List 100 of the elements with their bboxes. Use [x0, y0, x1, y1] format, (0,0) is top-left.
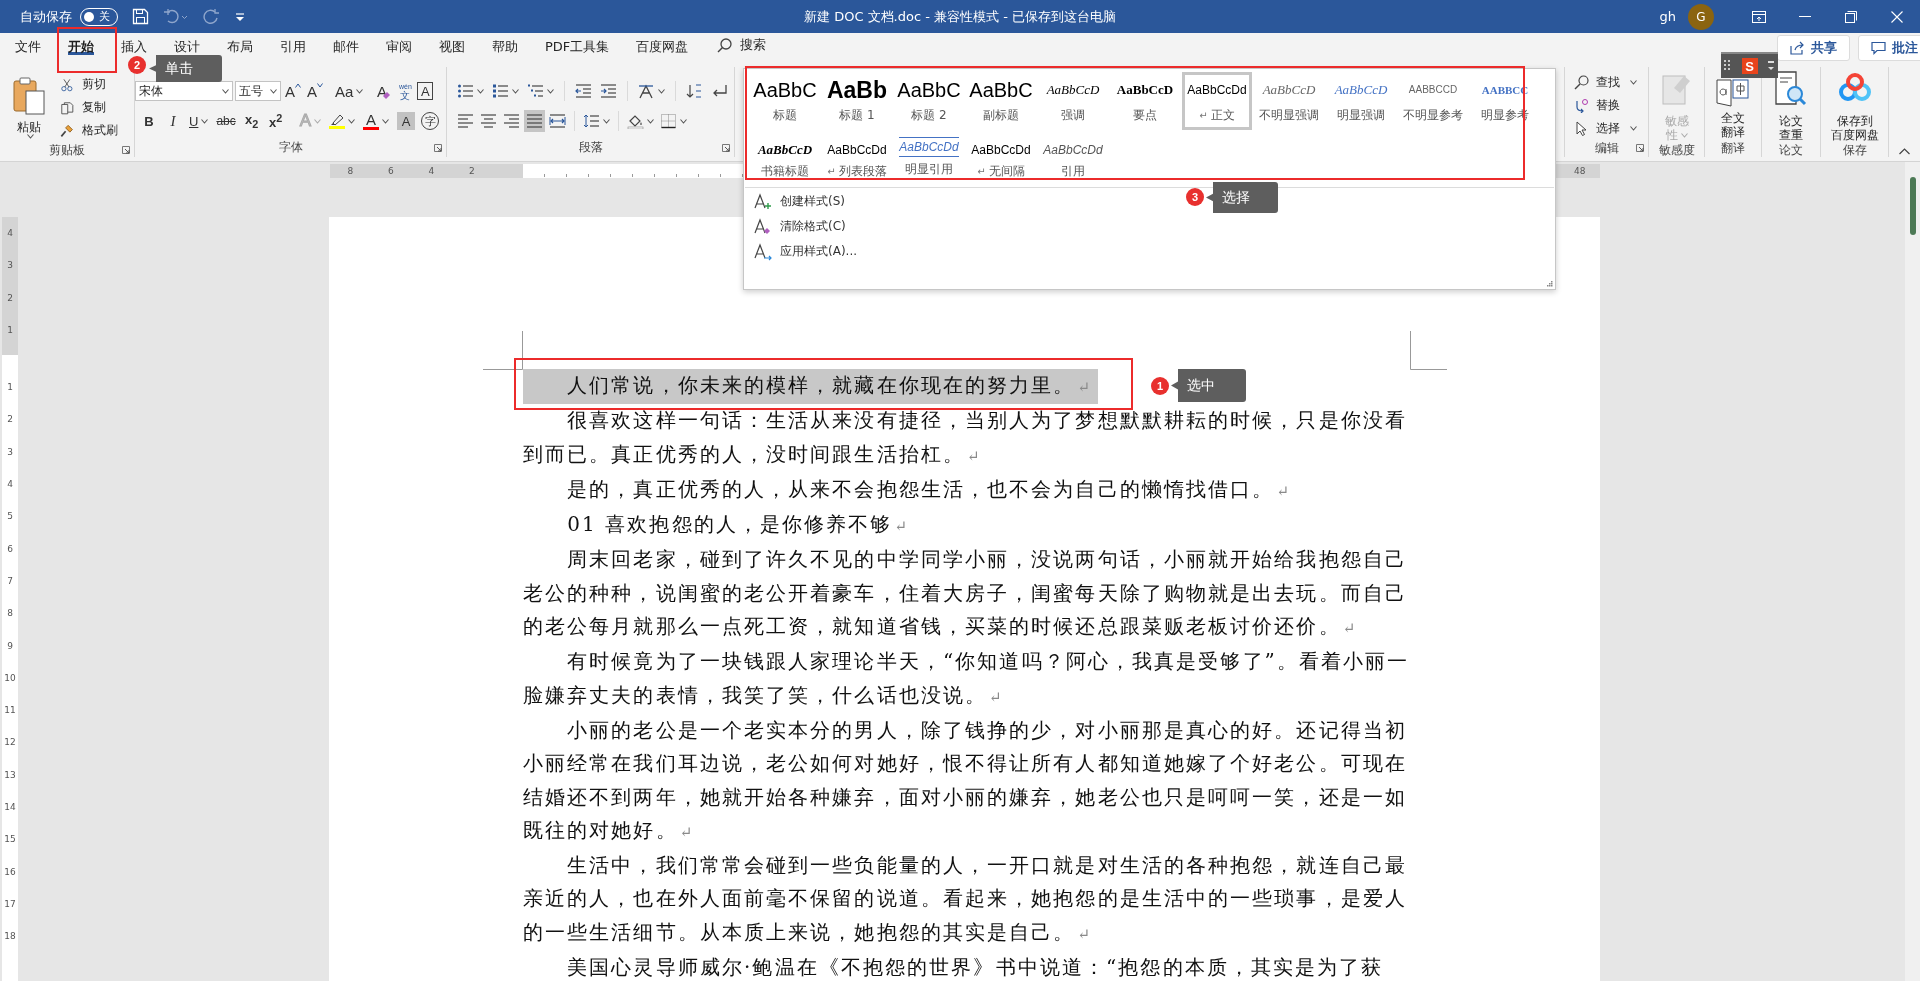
ribbon-tab[interactable]: 文件 — [11, 35, 45, 55]
scrollbar-thumb[interactable] — [1909, 177, 1916, 235]
caret-icon — [314, 118, 322, 124]
collapse-ribbon-icon[interactable] — [1899, 148, 1910, 155]
group-label: 字体 — [278, 138, 303, 156]
style-option[interactable]: AaBbC 副标题 — [966, 72, 1036, 130]
paste-button[interactable]: 粘贴 — [8, 73, 50, 142]
dialog-launcher-icon[interactable] — [722, 144, 730, 152]
font-color-button[interactable]: A — [361, 110, 392, 132]
subscript-button[interactable]: x$_{2}$ — [241, 110, 262, 132]
ruler-number: 4 — [6, 227, 14, 241]
ruler-number: 10 — [3, 671, 17, 685]
close-icon[interactable] — [1891, 10, 1903, 23]
menu-item[interactable]: 创建样式(S) — [748, 190, 851, 213]
copy-button[interactable]: 复制 — [56, 96, 121, 119]
search-box[interactable]: 搜索 — [717, 33, 767, 57]
save-to-baidu-button[interactable]: 保存到 百度网盘 — [1821, 67, 1888, 142]
share-icon — [1790, 41, 1805, 55]
caret-icon — [477, 88, 484, 94]
cursor-icon — [1574, 121, 1589, 136]
caret-icon — [382, 118, 390, 124]
ribbon-tab[interactable]: 审阅 — [382, 35, 416, 55]
translate-button[interactable]: 全文 翻译 — [1705, 79, 1761, 139]
style-option[interactable]: AABBCCD 不明显参考 — [1398, 72, 1468, 130]
menu-item[interactable]: 应用样式(A)... — [748, 240, 863, 263]
italic-button[interactable]: I — [163, 110, 183, 132]
ruler-number: 14 — [3, 801, 17, 814]
cut-button[interactable]: 剪切 — [56, 73, 121, 96]
shrink-font-button[interactable]: A — [305, 80, 326, 102]
style-option[interactable]: AaBbCcDd ↵ 无间隔 — [966, 132, 1036, 184]
scissors-icon — [59, 76, 75, 93]
bold-button[interactable]: B — [139, 110, 159, 132]
font-name-field[interactable]: 宋体 — [135, 81, 233, 101]
input-method-toolbar[interactable]: S — [1721, 52, 1778, 78]
font-size-field[interactable]: 五号 — [235, 81, 281, 101]
input-method-logo: S — [1741, 58, 1758, 74]
dialog-launcher-icon[interactable] — [122, 146, 130, 154]
ribbon-tab[interactable]: 帮助 — [488, 35, 522, 55]
ruler-number: 1 — [6, 381, 14, 395]
strikethrough-button[interactable]: abc — [214, 110, 238, 132]
ribbon-tab[interactable]: 百度网盘 — [632, 35, 693, 55]
style-option[interactable]: AaBbC 标题 2 — [894, 72, 964, 130]
select-button[interactable]: 选择 — [1571, 117, 1640, 140]
style-option[interactable]: AaBbCcD 要点 — [1110, 72, 1180, 130]
ruler-number: 16 — [3, 865, 17, 879]
ruler-number: 1 — [6, 324, 14, 338]
style-option[interactable]: AaBbCcD 书籍标题 — [750, 132, 820, 184]
grow-font-button[interactable]: A — [283, 80, 303, 102]
ruler-number: 13 — [3, 768, 17, 782]
crop-mark — [1410, 331, 1447, 370]
format-painter-button[interactable]: 格式刷 — [56, 119, 121, 142]
comments-button[interactable]: 批注 — [1858, 35, 1920, 61]
style-option[interactable]: AaBbC 标题 — [750, 72, 820, 130]
minimize-icon[interactable] — [1799, 15, 1811, 18]
style-option[interactable]: AaBbCcDd 明显引用 — [894, 132, 964, 184]
dialog-launcher-icon[interactable] — [434, 144, 442, 152]
maximize-icon[interactable] — [1845, 10, 1857, 23]
crop-mark — [483, 331, 523, 370]
ribbon-display-icon[interactable] — [1752, 10, 1766, 23]
ruler-number: 18 — [3, 930, 17, 944]
menu-item[interactable]: 清除格式(C) — [748, 215, 852, 238]
ruler-number: 2 — [467, 166, 476, 176]
ribbon-tab[interactable]: 插入 — [117, 35, 151, 55]
ruler-number: 17 — [3, 897, 17, 911]
caret-icon — [270, 88, 277, 94]
replace-button[interactable]: 替换 — [1571, 94, 1640, 117]
customize-icon[interactable] — [234, 10, 246, 23]
caret-icon — [201, 118, 209, 124]
character-border-button[interactable]: A — [417, 82, 434, 100]
share-button[interactable]: 共享 — [1777, 35, 1850, 61]
ribbon-tab[interactable]: 邮件 — [329, 35, 363, 55]
dialog-launcher-icon[interactable] — [1636, 144, 1644, 152]
character-shading-button[interactable]: A — [397, 112, 416, 130]
ruler-number: 12 — [3, 736, 17, 750]
resize-grip-icon[interactable] — [1546, 280, 1553, 287]
document-paragraph: 很喜欢这样一句话：生活从来没有捷径，当别人为了梦想默默耕耘的时候，只是你没看到而已。真正优秀的人，没时间跟生活抬杠。↵ — [523, 407, 1408, 468]
style-option[interactable]: AaBb 标题 1 — [822, 72, 892, 130]
find-button[interactable]: 查找 — [1571, 71, 1640, 94]
align-justify-button[interactable] — [524, 110, 545, 132]
ribbon-tab[interactable]: 设计 — [170, 35, 204, 55]
user-avatar[interactable]: G — [1688, 3, 1714, 30]
ribbon-tab[interactable]: 布局 — [223, 35, 257, 55]
dropdown-icon[interactable] — [1767, 60, 1775, 72]
ribbon-tab[interactable]: PDF工具集 — [541, 35, 614, 55]
style-option[interactable]: AaBbCcDd ↵ 正文 — [1182, 72, 1252, 130]
style-option[interactable]: AaBbCcDd 引用 — [1038, 132, 1108, 184]
style-option[interactable]: AaBbCcD 强调 — [1038, 72, 1108, 130]
superscript-button[interactable]: x$^{2}$ — [265, 110, 286, 132]
ribbon-tab[interactable]: 引用 — [276, 35, 310, 55]
grip-dots-icon — [1724, 60, 1732, 72]
paintbrush-icon — [59, 122, 75, 139]
ribbon-tab[interactable]: 视图 — [435, 35, 469, 55]
underline-button[interactable]: U — [187, 110, 211, 132]
change-case-button[interactable]: Aa — [333, 80, 366, 102]
save-icon[interactable] — [132, 8, 149, 25]
style-option[interactable]: AaBbCcD 不明显强调 — [1254, 72, 1324, 130]
group-label: 剪贴板 — [49, 142, 85, 159]
style-option[interactable]: AaBbCcD 明显强调 — [1326, 72, 1396, 130]
style-option[interactable]: AaBbCcDd ↵ 列表段落 — [822, 132, 892, 184]
group-label: 敏感度 — [1658, 142, 1695, 159]
